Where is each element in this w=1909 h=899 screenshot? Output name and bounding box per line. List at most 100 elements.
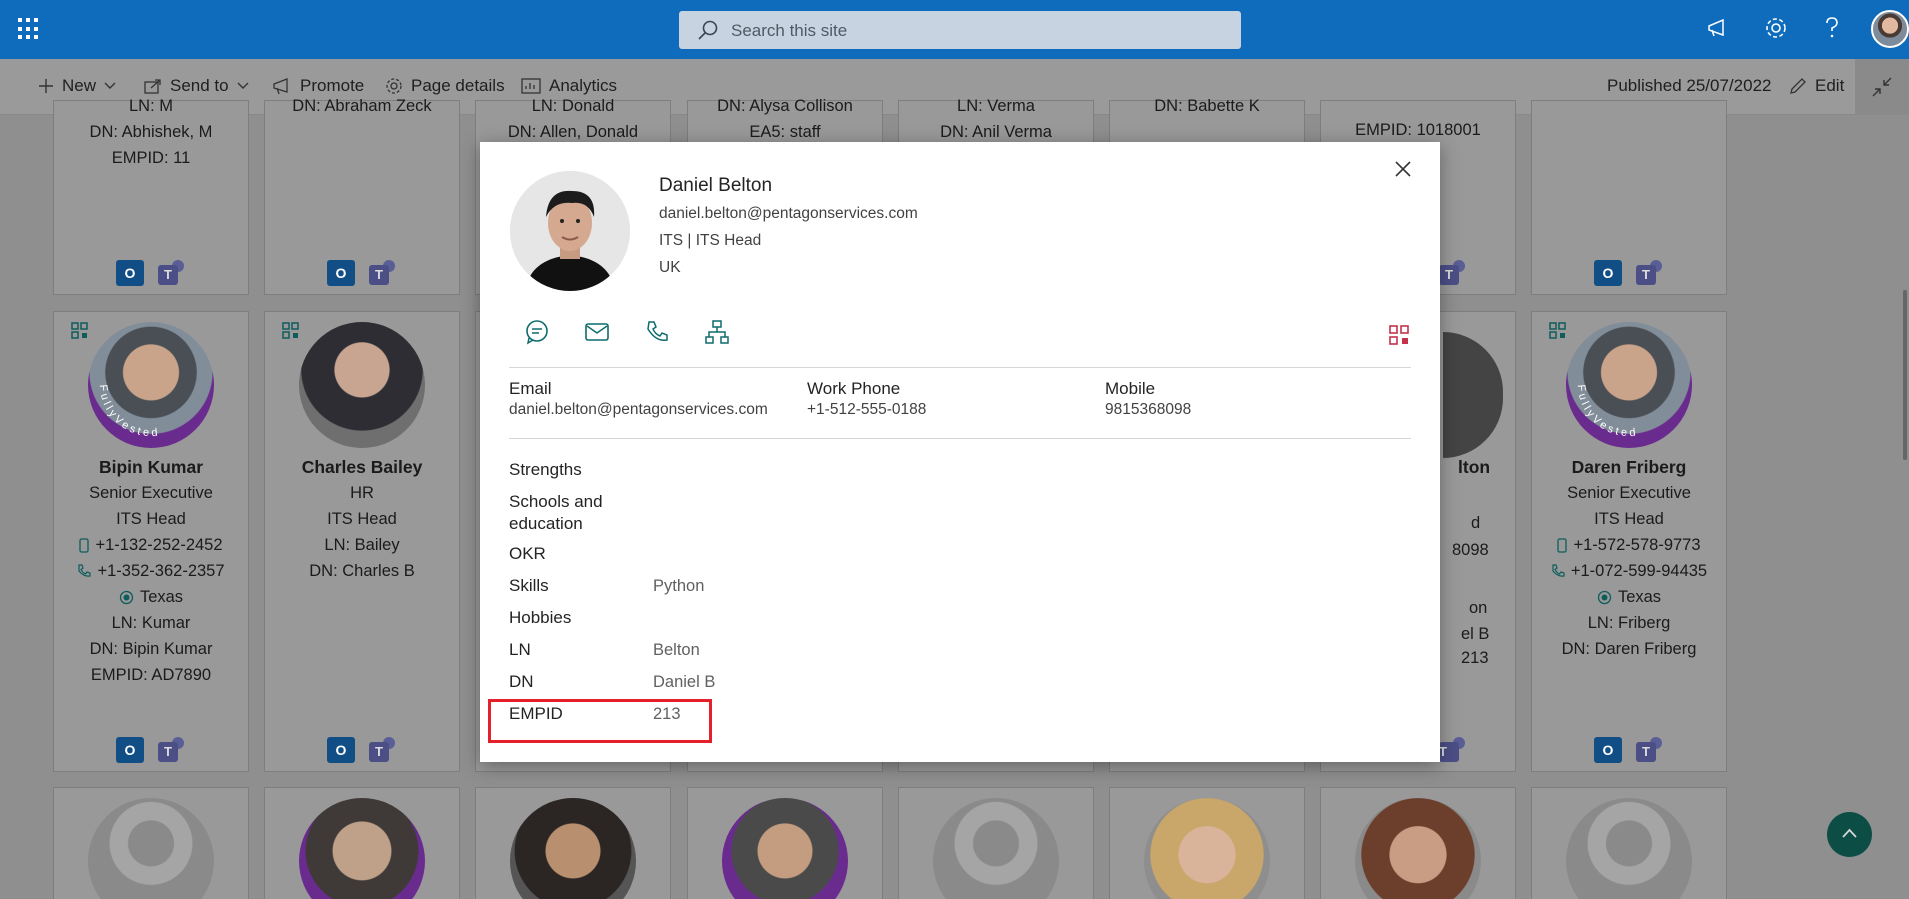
person-card[interactable] [687, 787, 883, 899]
gear-icon[interactable] [1764, 16, 1788, 40]
profile-photo: FullyVested [1566, 322, 1692, 448]
close-icon[interactable] [1390, 156, 1416, 182]
scrollbar-thumb[interactable] [1903, 290, 1907, 460]
person-title: HR [350, 484, 374, 502]
outlook-icon[interactable]: O [327, 737, 355, 763]
qr-code-icon[interactable] [71, 322, 88, 339]
megaphone-icon[interactable] [1706, 16, 1730, 40]
qr-code-icon[interactable] [282, 322, 299, 339]
search-input[interactable]: Search this site [679, 11, 1241, 49]
badge-ring: FullyVested [97, 384, 161, 439]
partial-line: 213 [1461, 649, 1489, 667]
org-chart-icon[interactable] [704, 319, 729, 344]
mobile-number: +1-132-252-2452 [95, 536, 223, 554]
teams-icon[interactable]: T [367, 737, 397, 763]
teams-icon-letter: T [369, 742, 389, 762]
outlook-icon[interactable]: O [116, 260, 144, 286]
person-card[interactable]: DN: Abraham Zeck OT [264, 97, 460, 295]
person-card[interactable] [475, 787, 671, 899]
outlook-icon[interactable]: O [327, 260, 355, 286]
location-icon [1597, 590, 1612, 604]
card-ln: LN: Bailey [324, 536, 400, 554]
call-icon[interactable] [644, 319, 668, 343]
person-name[interactable]: Charles Bailey [265, 454, 459, 480]
card-line: EMPID: 1018001 [1355, 121, 1481, 139]
schools-label: Schools and education [509, 492, 603, 533]
edit-label: Edit [1815, 76, 1845, 95]
person-card[interactable] [1531, 787, 1727, 899]
user-avatar[interactable] [1871, 10, 1909, 48]
profile-dialog: Daniel Belton daniel.belton@pentagonserv… [480, 142, 1440, 762]
teams-icon[interactable]: T [1634, 737, 1664, 763]
partial-line: d [1471, 514, 1481, 532]
phone-row[interactable]: +1-072-599-94435 [1532, 558, 1726, 584]
teams-icon[interactable]: T [1437, 260, 1467, 286]
divider [509, 367, 1411, 368]
chat-icon[interactable] [524, 319, 548, 345]
teams-icon[interactable]: T [1634, 260, 1664, 286]
profile-photo [299, 322, 425, 448]
teams-icon-letter: T [1439, 265, 1459, 285]
teams-icon[interactable]: T [367, 260, 397, 286]
work-phone-value[interactable]: +1-512-555-0188 [807, 401, 926, 419]
person-department: ITS Head [1594, 510, 1664, 528]
card-line: DN: Alysa Collison [717, 97, 853, 115]
mobile-value[interactable]: 9815368098 [1105, 401, 1191, 419]
card-dn: DN: Charles B [309, 562, 415, 580]
qr-code-icon[interactable] [1549, 322, 1566, 339]
teams-icon[interactable]: T [1437, 737, 1467, 763]
card-line: LN: Verma [957, 97, 1035, 115]
scroll-to-top-button[interactable] [1827, 812, 1872, 857]
card-line: LN: M [128, 97, 173, 115]
mobile-row[interactable]: +1-572-578-9773 [1532, 532, 1726, 558]
dialog-email[interactable]: daniel.belton@pentagonservices.com [659, 205, 918, 223]
profile-photo [510, 798, 636, 899]
partial-line: on [1469, 599, 1488, 617]
person-card[interactable]: LN: M DN: Abhishek, M EMPID: 11 OT [53, 97, 249, 295]
search-placeholder: Search this site [731, 21, 848, 40]
person-card[interactable] [1320, 787, 1516, 899]
teams-icon[interactable]: T [156, 737, 186, 763]
teams-icon-letter: T [1439, 742, 1459, 762]
mobile-row[interactable]: +1-132-252-2452 [54, 532, 248, 558]
email-heading: Email [509, 379, 552, 398]
app-launcher-icon[interactable] [18, 18, 40, 40]
person-name[interactable]: Bipin Kumar [54, 454, 248, 480]
phone-row[interactable]: +1-352-362-2357 [54, 558, 248, 584]
person-card[interactable]: FullyVested Daren Friberg Senior Executi… [1531, 311, 1727, 772]
person-title: Senior Executive [1567, 484, 1691, 502]
dn-label: DN [509, 672, 534, 691]
profile-photo: FullyVested [88, 322, 214, 448]
outlook-icon[interactable]: O [1594, 737, 1622, 763]
person-card[interactable]: OT [1531, 100, 1727, 295]
svg-text:FullyVested: FullyVested [97, 384, 161, 439]
mail-icon[interactable] [584, 319, 609, 343]
profile-photo [1144, 798, 1270, 899]
help-icon[interactable] [1822, 16, 1842, 40]
card-line: EMPID: 11 [111, 149, 191, 167]
location-row: Texas [54, 584, 248, 610]
person-card[interactable]: FullyVested Bipin Kumar Senior Executive… [53, 311, 249, 772]
qr-code-icon[interactable] [1389, 325, 1409, 345]
person-card[interactable] [1109, 787, 1305, 899]
card-ln: LN: Kumar [111, 614, 191, 632]
person-name[interactable]: Daren Friberg [1532, 454, 1726, 480]
person-card[interactable] [264, 787, 460, 899]
person-title: Senior Executive [89, 484, 213, 502]
phone-icon [1552, 564, 1565, 577]
teams-icon[interactable]: T [156, 260, 186, 286]
outlook-icon[interactable]: O [116, 737, 144, 763]
person-card[interactable]: Charles Bailey HR ITS Head LN: Bailey DN… [264, 311, 460, 772]
share-icon [144, 79, 161, 94]
dialog-department: ITS | ITS Head [659, 232, 762, 249]
edit-button[interactable]: Edit [1789, 76, 1844, 96]
work-phone-heading: Work Phone [807, 379, 901, 398]
ln-label: LN [509, 640, 531, 659]
outlook-icon[interactable]: O [1594, 260, 1622, 286]
analytics-icon [521, 78, 541, 94]
email-value[interactable]: daniel.belton@pentagonservices.com [509, 401, 768, 419]
phone-number: +1-072-599-94435 [1570, 562, 1708, 580]
person-card[interactable] [53, 787, 249, 899]
collapse-button[interactable] [1855, 59, 1909, 115]
person-card[interactable] [898, 787, 1094, 899]
